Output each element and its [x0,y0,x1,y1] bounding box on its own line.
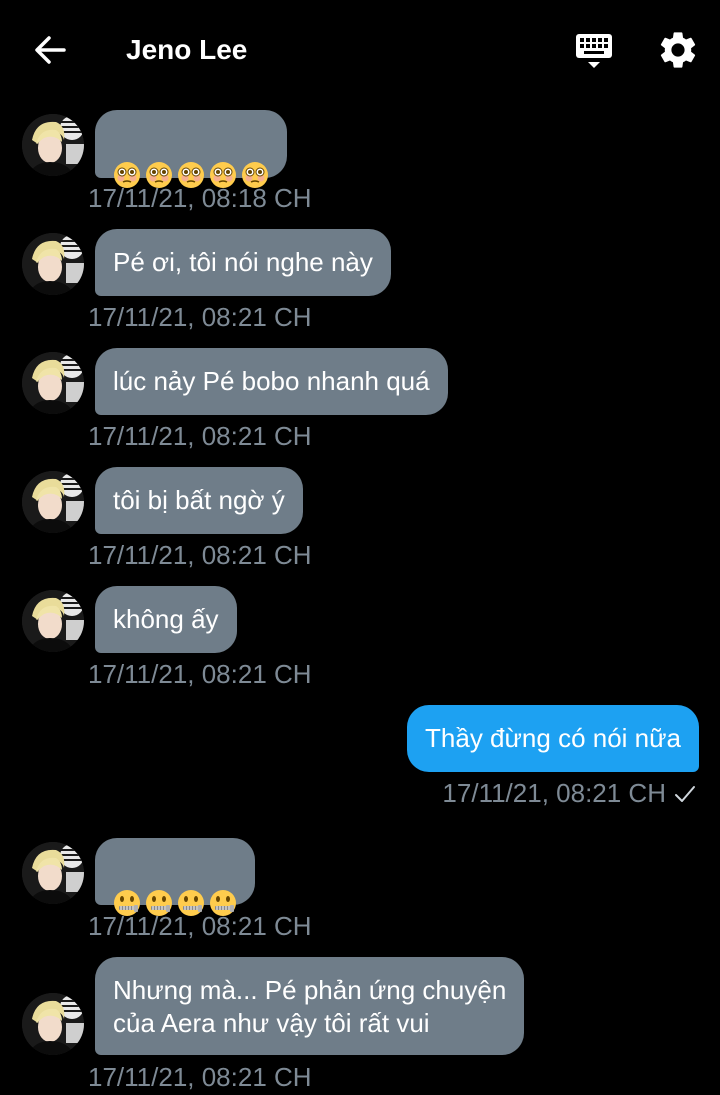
contact-avatar-image [22,114,84,176]
message-timestamp: 17/11/21, 08:21 CH [88,302,312,332]
avatar[interactable] [22,114,84,176]
message-timestamp: 17/11/21, 08:21 CH [88,421,312,451]
contact-avatar-image [22,352,84,414]
contact-avatar-image [22,842,84,904]
message-timestamp: 17/11/21, 08:21 CH [88,911,312,941]
message-bubble[interactable] [95,110,287,178]
message-list[interactable]: 17/11/21, 08:18 CH Pé ơi, tôi nói nghe n… [0,0,720,1095]
message-timestamp: 17/11/21, 08:21 CH [88,659,312,689]
message-bubble[interactable]: Pé ơi, tôi nói nghe này [95,229,391,296]
message-bubble[interactable]: lúc nảy Pé bobo nhanh quá [95,348,448,415]
message-timestamp: 17/11/21, 08:18 CH [88,183,312,213]
message-bubble[interactable]: không ấy [95,586,237,653]
contact-avatar-image [22,233,84,295]
message-bubble-outgoing[interactable]: Thầy đừng có nói nữa [407,705,699,772]
message-timestamp: 17/11/21, 08:21 CH [442,778,666,808]
message-timestamp: 17/11/21, 08:21 CH [88,540,312,570]
message-bubble[interactable]: Nhưng mà... Pé phản ứng chuyện của Aera … [95,957,525,1055]
message-bubble[interactable]: tôi bị bất ngờ ý [95,467,303,534]
check-icon [675,786,695,802]
avatar[interactable] [22,590,84,652]
message-bubble[interactable] [95,838,255,905]
message-timestamp: 17/11/21, 08:21 CH [88,1062,312,1092]
contact-avatar-image [22,471,84,533]
avatar[interactable] [22,471,84,533]
avatar[interactable] [22,352,84,414]
avatar[interactable] [22,993,84,1055]
contact-avatar-image [22,993,84,1055]
avatar[interactable] [22,842,84,904]
contact-avatar-image [22,590,84,652]
avatar[interactable] [22,233,84,295]
